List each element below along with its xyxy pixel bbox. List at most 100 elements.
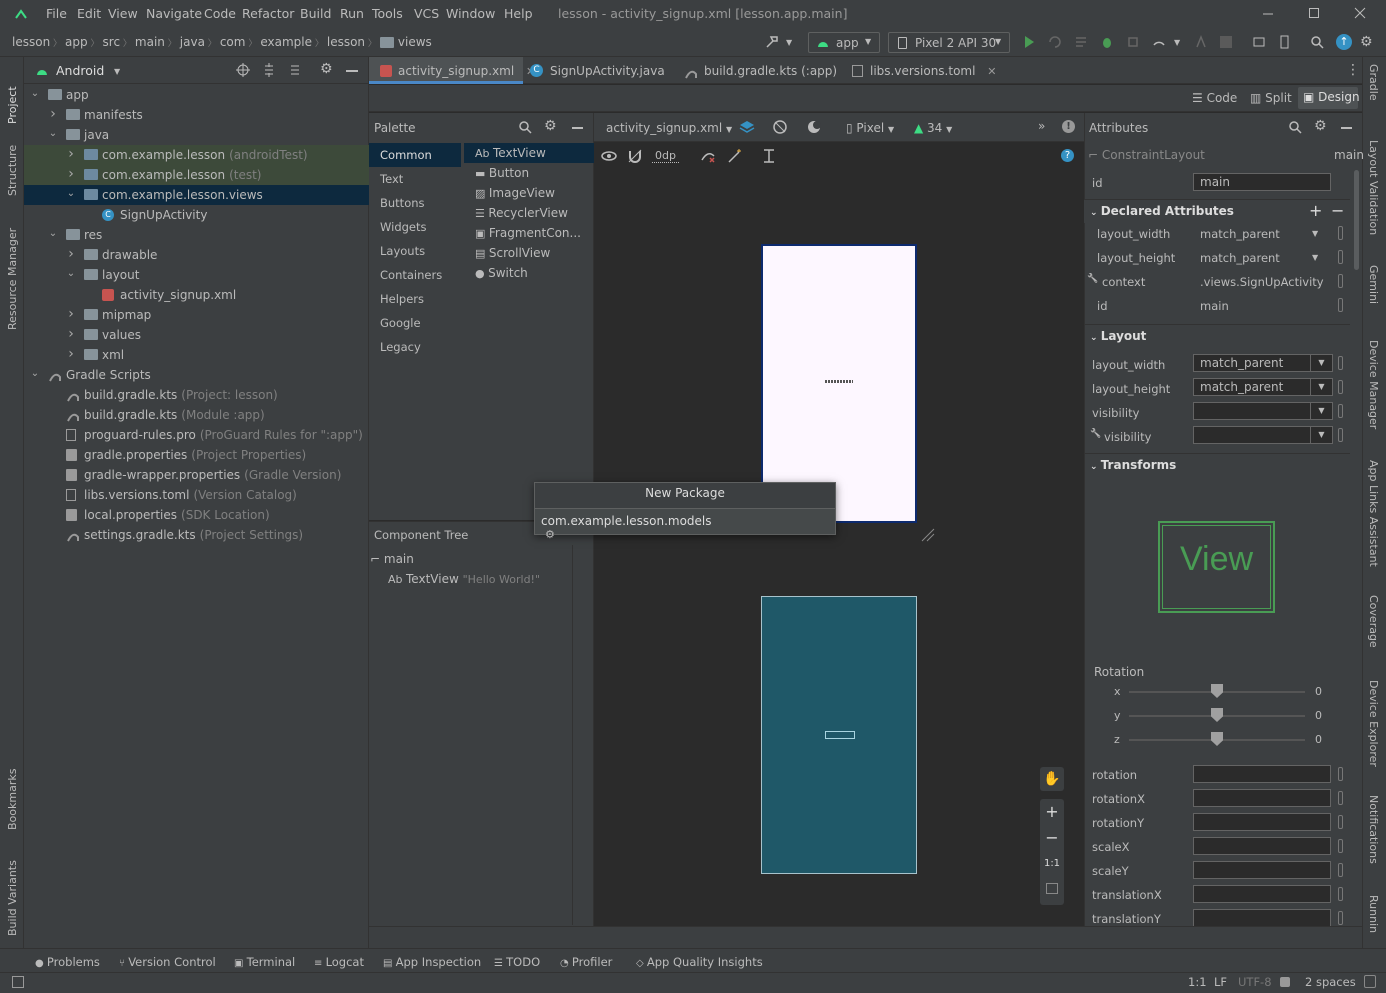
palette-widget[interactable]: ☰ RecyclerView	[464, 203, 568, 223]
file-encoding[interactable]: UTF-8	[1238, 975, 1272, 989]
layout-attr-dropdown[interactable]: ▼	[1193, 402, 1333, 420]
minimize-button[interactable]	[1262, 6, 1274, 20]
rotation-slider-thumb[interactable]	[1211, 732, 1223, 746]
breadcrumb-item[interactable]: lesson	[12, 35, 50, 49]
editor-tab-build-gradle[interactable]: build.gradle.kts (:app)	[680, 60, 837, 82]
transform-field-input[interactable]	[1193, 765, 1331, 783]
settings-gear-icon[interactable]: ⚙	[1360, 34, 1376, 50]
tool-window-project[interactable]: Project	[6, 64, 19, 124]
palette-category-legacy[interactable]: Legacy	[369, 335, 459, 359]
attr-reference-marker-icon[interactable]	[1338, 428, 1343, 442]
component-tree-textview[interactable]: Ab TextView "Hello World!"	[388, 572, 540, 586]
api-level-selector[interactable]: ▲ 34 ▼	[914, 121, 952, 135]
attr-reference-marker-icon[interactable]	[1338, 404, 1343, 418]
warning-icon[interactable]: !	[1062, 120, 1075, 133]
palette-widget[interactable]: ▤ ScrollView	[464, 243, 550, 263]
device-mirror-icon[interactable]	[1252, 35, 1266, 49]
menu-run[interactable]: Run	[340, 6, 364, 21]
debug-icon[interactable]	[1100, 35, 1114, 49]
hammer-icon[interactable]	[764, 34, 780, 50]
transform-field-input[interactable]	[1193, 909, 1331, 927]
project-view-selector[interactable]: Android	[56, 63, 104, 78]
editor-tab-libs-versions[interactable]: libs.versions.toml ✕	[846, 60, 997, 82]
gear-icon[interactable]: ⚙	[320, 61, 333, 77]
chevron-down-icon[interactable]: ⌄	[48, 229, 58, 239]
more-options-icon[interactable]: »	[1038, 119, 1045, 133]
tool-window-gemini[interactable]: Gemini	[1367, 265, 1380, 320]
layout-attr-dropdown[interactable]: ▼	[1193, 426, 1333, 444]
chevron-right-icon[interactable]: ›	[66, 347, 76, 361]
bottom-tab-todo[interactable]: ☰ TODO	[494, 955, 540, 969]
zoom-to-fit-icon[interactable]	[1046, 883, 1058, 894]
tool-window-gradle[interactable]: Gradle	[1367, 64, 1380, 114]
apply-code-changes-icon[interactable]	[1074, 35, 1088, 49]
tool-window-resource-manager[interactable]: Resource Manager	[6, 220, 19, 330]
blueprint-textview-box[interactable]	[825, 731, 855, 739]
attr-reference-marker-icon[interactable]	[1338, 250, 1343, 264]
declared-attr-value[interactable]: main	[1200, 299, 1229, 313]
bottom-tab-app-quality-insights[interactable]: ◇ App Quality Insights	[636, 955, 763, 969]
search-icon[interactable]	[518, 120, 532, 134]
tree-item-gradle-file[interactable]: proguard-rules.pro (ProGuard Rules for ":…	[24, 425, 369, 445]
tree-item-layout-file[interactable]: activity_signup.xml	[24, 285, 369, 305]
night-mode-icon[interactable]	[806, 119, 822, 135]
remove-attribute-button[interactable]: −	[1331, 201, 1344, 220]
tree-item-values[interactable]: › values	[24, 325, 369, 345]
attr-reference-marker-icon[interactable]	[1338, 767, 1343, 781]
palette-widget[interactable]: ● Switch	[464, 263, 528, 283]
tree-item-gradle-file[interactable]: settings.gradle.kts (Project Settings)	[24, 525, 369, 545]
guidelines-icon[interactable]	[761, 148, 777, 164]
rotation-slider-thumb[interactable]	[1211, 708, 1223, 722]
zoom-out-button[interactable]: −	[1040, 828, 1064, 848]
transform-field-input[interactable]	[1193, 789, 1331, 807]
breadcrumb-item[interactable]: app	[65, 35, 88, 49]
autoconnect-magnet-icon[interactable]	[627, 148, 643, 164]
transform-field-input[interactable]	[1193, 837, 1331, 855]
tree-item-package[interactable]: ⌄ com.example.lesson.views	[24, 185, 369, 205]
tree-item-gradle-file[interactable]: libs.versions.toml (Version Catalog)	[24, 485, 369, 505]
chevron-right-icon[interactable]: ›	[66, 307, 76, 321]
id-field[interactable]: main	[1193, 173, 1331, 191]
chevron-right-icon[interactable]: ›	[66, 247, 76, 261]
chevron-down-icon[interactable]: ▼	[1310, 427, 1332, 443]
locate-icon[interactable]	[236, 63, 250, 77]
chevron-down-icon[interactable]: ▼	[1312, 229, 1318, 238]
attach-process-icon[interactable]	[1194, 34, 1208, 49]
attr-reference-marker-icon[interactable]	[1338, 839, 1343, 853]
transform-field-input[interactable]	[1193, 813, 1331, 831]
bottom-tab-logcat[interactable]: ≡ Logcat	[314, 955, 364, 969]
palette-widget[interactable]: ▣ FragmentCon...	[464, 223, 581, 243]
apply-changes-icon[interactable]	[1048, 35, 1062, 49]
tree-item-mipmap[interactable]: › mipmap	[24, 305, 369, 325]
stop-icon[interactable]	[1220, 36, 1232, 48]
menu-navigate[interactable]: Navigate	[146, 6, 202, 21]
tree-item-package[interactable]: › com.example.lesson (test)	[24, 165, 369, 185]
default-margin-field[interactable]: 0dp	[652, 149, 679, 163]
palette-widget[interactable]: ▨ ImageView	[464, 183, 555, 203]
chevron-down-icon[interactable]: ▼	[1310, 379, 1332, 395]
tool-window-structure[interactable]: Structure	[6, 134, 19, 196]
toggle-tool-windows-icon[interactable]	[12, 976, 24, 988]
menu-help[interactable]: Help	[504, 6, 533, 21]
menu-file[interactable]: File	[46, 6, 67, 21]
zoom-in-button[interactable]: +	[1040, 802, 1064, 822]
chevron-down-icon[interactable]: ⌄	[48, 129, 58, 139]
menu-window[interactable]: Window	[446, 6, 495, 21]
indent-setting[interactable]: 2 spaces	[1305, 975, 1356, 989]
read-only-lock-icon[interactable]	[1280, 977, 1290, 987]
declared-attr-value[interactable]: .views.SignUpActivity	[1200, 275, 1324, 289]
tree-item-gradle-scripts[interactable]: ⌄ Gradle Scripts	[24, 365, 369, 385]
breadcrumb-item[interactable]: main	[135, 35, 165, 49]
tree-item-gradle-file[interactable]: local.properties (SDK Location)	[24, 505, 369, 525]
attr-reference-marker-icon[interactable]	[1338, 911, 1343, 925]
gear-icon[interactable]: ⚙	[1314, 118, 1327, 134]
palette-category-google[interactable]: Google	[369, 311, 459, 335]
declared-attr-value[interactable]: match_parent	[1200, 227, 1280, 241]
hide-panel-icon[interactable]	[572, 127, 583, 129]
menu-tools[interactable]: Tools	[372, 6, 403, 21]
run-config-selector[interactable]: app ▼	[808, 32, 880, 53]
bottom-tab-problems[interactable]: ● Problems	[35, 955, 100, 969]
gear-icon[interactable]: ⚙	[544, 118, 557, 134]
zoom-actual-size-button[interactable]: 1:1	[1040, 855, 1064, 873]
menu-build[interactable]: Build	[300, 6, 331, 21]
